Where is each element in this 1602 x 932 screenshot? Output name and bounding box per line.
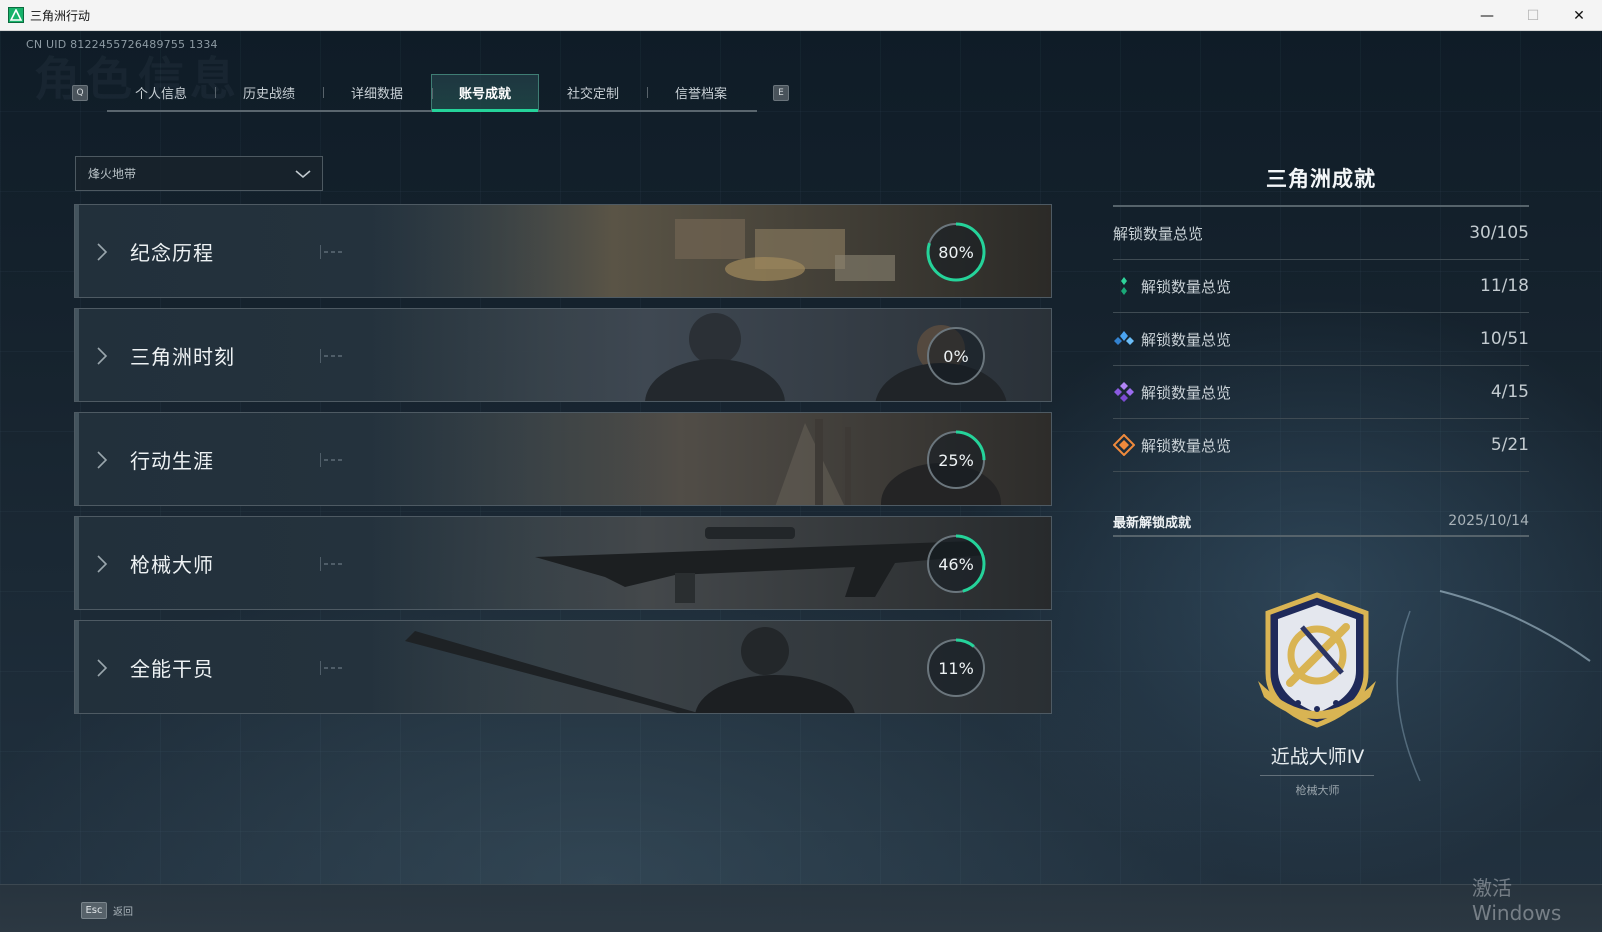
mode-dropdown-value: 烽火地带 <box>88 167 137 181</box>
summary-row-blue: 解锁数量总览 10/51 <box>1113 313 1529 366</box>
category-card-all-round-operator[interactable]: 全能干员 11% <box>74 620 1052 714</box>
summary-total-value: 30/105 <box>1469 223 1529 243</box>
app-logo-icon <box>8 7 24 23</box>
chevron-down-icon <box>295 170 311 179</box>
mode-dropdown[interactable]: 烽火地带 <box>75 156 323 191</box>
footer-bar: Esc 返回 <box>0 884 1602 932</box>
maximize-button[interactable]: ☐ <box>1510 0 1556 31</box>
chevron-right-icon <box>97 347 108 365</box>
summary-row-purple: 解锁数量总览 4/15 <box>1113 366 1529 419</box>
tab-personal-info[interactable]: 个人信息 <box>107 74 215 110</box>
progress-percent: 46% <box>938 554 974 574</box>
tab-detailed-stats[interactable]: 详细数据 <box>323 74 431 110</box>
close-button[interactable]: ✕ <box>1556 0 1602 31</box>
progress-percent: 25% <box>938 450 974 470</box>
category-label: 全能干员 <box>130 657 214 681</box>
summary-row-value: 11/18 <box>1480 276 1529 296</box>
player-uid: CN UID 8122455726489755 1334 <box>26 38 218 51</box>
progress-percent: 80% <box>938 242 974 262</box>
summary-row-value: 10/51 <box>1480 329 1529 349</box>
summary-row-orange: 解锁数量总览 5/21 <box>1113 419 1529 472</box>
purple-gem-icon <box>1114 382 1134 402</box>
category-card-delta-moments[interactable]: 三角洲时刻 0% <box>74 308 1052 402</box>
window-titlebar: 三角洲行动 — ☐ ✕ <box>0 0 1602 31</box>
latest-date: 2025/10/14 <box>1448 513 1529 529</box>
back-label: 返回 <box>113 906 133 918</box>
achievement-summary-panel: 三角洲成就 解锁数量总览 30/105 解锁数量总览 11/18 解锁数量总览 … <box>1113 161 1529 472</box>
category-label: 三角洲时刻 <box>130 345 235 369</box>
tab-achievements[interactable]: 账号成就 <box>431 74 539 112</box>
summary-title: 三角洲成就 <box>1266 167 1376 191</box>
category-card-weapon-master[interactable]: 枪械大师 46% <box>74 516 1052 610</box>
blue-gem-icon <box>1114 331 1134 345</box>
esc-key: Esc <box>81 901 107 919</box>
latest-achievement-header: 最新解锁成就 2025/10/14 <box>1113 507 1529 537</box>
summary-row-label: 解锁数量总览 <box>1141 330 1232 349</box>
progress-percent: 0% <box>943 346 969 366</box>
category-label: 枪械大师 <box>130 553 214 577</box>
window-title: 三角洲行动 <box>30 8 91 23</box>
summary-row-green: 解锁数量总览 11/18 <box>1113 260 1529 313</box>
progress-percent: 11% <box>938 658 974 678</box>
minimize-button[interactable]: — <box>1464 0 1510 31</box>
category-label: 行动生涯 <box>130 449 214 473</box>
chevron-right-icon <box>97 243 108 261</box>
orange-gem-icon <box>1113 434 1135 456</box>
app-content: 角色信息 CN UID 8122455726489755 1334 Q 个人信息… <box>0 31 1602 932</box>
green-gem-icon <box>1121 277 1127 295</box>
summary-row-value: 4/15 <box>1490 382 1529 402</box>
achievement-badge-icon[interactable] <box>1250 591 1384 729</box>
next-tab-key[interactable]: E <box>773 85 789 101</box>
tab-reputation[interactable]: 信誉档案 <box>647 74 755 110</box>
summary-total-row: 解锁数量总览 30/105 <box>1113 207 1529 260</box>
category-card-memorial[interactable]: 纪念历程 80% <box>74 204 1052 298</box>
category-card-operation-career[interactable]: 行动生涯 25% <box>74 412 1052 506</box>
back-button[interactable]: Esc 返回 <box>81 899 133 921</box>
windows-activation-watermark: 激活 Windows <box>1472 876 1562 925</box>
summary-row-label: 解锁数量总览 <box>1141 436 1232 455</box>
latest-achievement-category: 枪械大师 <box>1295 784 1340 797</box>
summary-row-value: 5/21 <box>1490 435 1529 455</box>
prev-tab-key[interactable]: Q <box>72 85 88 101</box>
tab-social-custom[interactable]: 社交定制 <box>539 74 647 110</box>
chevron-right-icon <box>97 451 108 469</box>
latest-label: 最新解锁成就 <box>1113 515 1192 531</box>
category-label: 纪念历程 <box>130 241 214 265</box>
summary-row-label: 解锁数量总览 <box>1141 277 1232 296</box>
summary-total-label: 解锁数量总览 <box>1113 224 1204 243</box>
tab-match-history[interactable]: 历史战绩 <box>215 74 323 110</box>
achievement-category-list: 纪念历程 80% 三角洲时刻 0% 行动生涯 25% 枪械大师 46% 全能干员… <box>74 204 1052 724</box>
tab-bar: 个人信息 历史战绩 详细数据 账号成就 社交定制 信誉档案 <box>107 74 757 112</box>
latest-achievement-name: 近战大师Ⅳ <box>1270 746 1365 768</box>
summary-row-label: 解锁数量总览 <box>1141 383 1232 402</box>
chevron-right-icon <box>97 659 108 677</box>
chevron-right-icon <box>97 555 108 573</box>
